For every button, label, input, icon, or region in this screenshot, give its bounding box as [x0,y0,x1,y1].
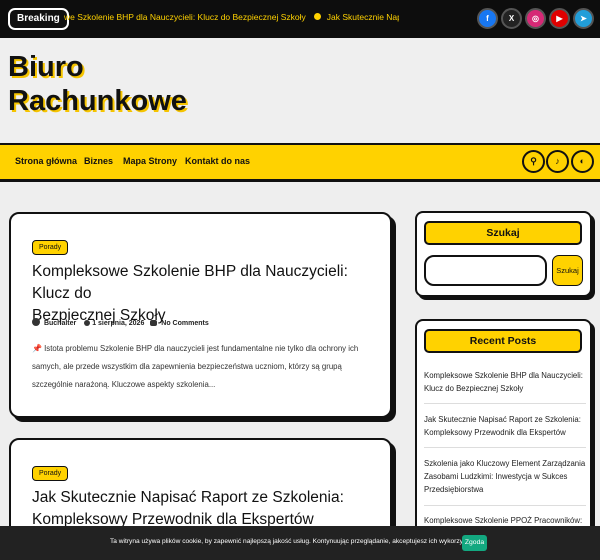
divider [424,447,586,448]
post-date[interactable]: 1 sierpnia, 2026 [92,320,144,327]
news-ticker[interactable]: we Szkolenie BHP dla Nauczycieli: Klucz … [64,12,399,26]
post-title-line[interactable]: Jak Skutecznie Napisać Raport ze Szkolen… [32,487,344,509]
youtube-icon[interactable]: ▶ [549,8,570,29]
post-title-line[interactable]: Kompleksowe Szkolenie BHP dla Nauczyciel… [32,261,390,305]
author-avatar-icon [32,318,40,326]
facebook-icon[interactable]: f [477,8,498,29]
top-bar: Breaking we Szkolenie BHP dla Nauczyciel… [0,0,600,38]
cookie-accept-button[interactable]: Zgoda [462,535,487,551]
main-nav: Strona główna Biznes Mapa Strony Kontakt… [0,143,600,182]
nav-item-contact[interactable]: Kontakt do nas [185,156,250,166]
recent-post-line[interactable]: Zasobami Ludzkimi: Inwestycja w Sukces [424,470,586,483]
post-meta: Buchalter 1 sierpnia, 2026 No Comments [32,318,209,327]
clock-icon [84,320,91,326]
comments-icon [150,320,158,326]
ticker-item[interactable]: Jak Skutecznie Napisać Rap [327,12,399,22]
telegram-icon[interactable]: ➤ [573,8,594,29]
site-title-line[interactable]: Rachunkowe [8,84,187,118]
widget-title: Szukaj [424,221,582,245]
cookie-text: Ta witryna używa plików cookie, by zapew… [110,538,483,545]
search-button[interactable]: Szukaj [552,255,583,286]
search-widget: Szukaj Szukaj [415,211,592,297]
recent-post-line[interactable]: Kompleksowy Przewodnik dla Ekspertów [424,426,586,439]
bell-icon[interactable]: ♪ [546,150,569,173]
search-input[interactable] [424,255,547,286]
pin-icon: 📌 [32,344,42,353]
post-title[interactable]: Jak Skutecznie Napisać Raport ze Szkolen… [32,487,344,531]
recent-post-line[interactable]: Kompleksowe Szkolenie BHP dla Nauczyciel… [424,369,586,382]
ticker-bullet-icon [313,13,321,20]
recent-post-line[interactable]: Jak Skutecznie Napisać Raport ze Szkolen… [424,413,586,426]
search-icon[interactable]: ⚲ [522,150,545,173]
recent-post-line[interactable]: Przedsiębiorstwa [424,483,586,496]
widget-title: Recent Posts [424,329,582,353]
excerpt-line: szczególnie narażoną. Kluczowe aspekty s… [32,380,216,389]
category-badge[interactable]: Porady [32,240,69,255]
post-excerpt: 📌 Istota problemu Szkolenie BHP dla nauc… [32,340,372,394]
recent-posts-widget: Recent Posts Kompleksowe Szkolenie BHP d… [415,319,592,560]
ticker-item[interactable]: we Szkolenie BHP dla Nauczycieli: Klucz … [64,12,306,22]
recent-post-link[interactable]: Jak Skutecznie Napisać Raport ze Szkolen… [424,413,586,439]
excerpt-line: samych, ale przede wszystkim dla zapewni… [32,362,342,371]
category-badge[interactable]: Porady [32,466,69,481]
recent-post-link[interactable]: Kompleksowe Szkolenie BHP dla Nauczyciel… [424,369,586,395]
nav-item-biznes[interactable]: Biznes [84,156,113,166]
divider [424,505,586,506]
nav-item-sitemap[interactable]: Mapa Strony [123,156,177,166]
post-card: Porady Kompleksowe Szkolenie BHP dla Nau… [9,212,392,418]
cookie-banner: Ta witryna używa plików cookie, by zapew… [0,526,600,560]
divider [424,403,586,404]
recent-post-line[interactable]: Szkolenia jako Kluczowy Element Zarządza… [424,457,586,470]
recent-post-line[interactable]: Klucz do Bezpiecznej Szkoły [424,382,586,395]
recent-post-link[interactable]: Szkolenia jako Kluczowy Element Zarządza… [424,457,586,496]
site-title-line[interactable]: Biuro [8,50,187,84]
post-author[interactable]: Buchalter [44,320,76,327]
x-icon[interactable]: X [501,8,522,29]
site-title[interactable]: Biuro Rachunkowe [8,50,187,118]
excerpt-line: Istota problemu Szkolenie BHP dla nauczy… [44,344,359,353]
breaking-label: Breaking [8,8,69,30]
theme-toggle-icon[interactable]: ◐ [571,150,594,173]
nav-item-home[interactable]: Strona główna [15,156,77,166]
post-comments[interactable]: No Comments [161,320,208,327]
instagram-icon[interactable]: ◎ [525,8,546,29]
